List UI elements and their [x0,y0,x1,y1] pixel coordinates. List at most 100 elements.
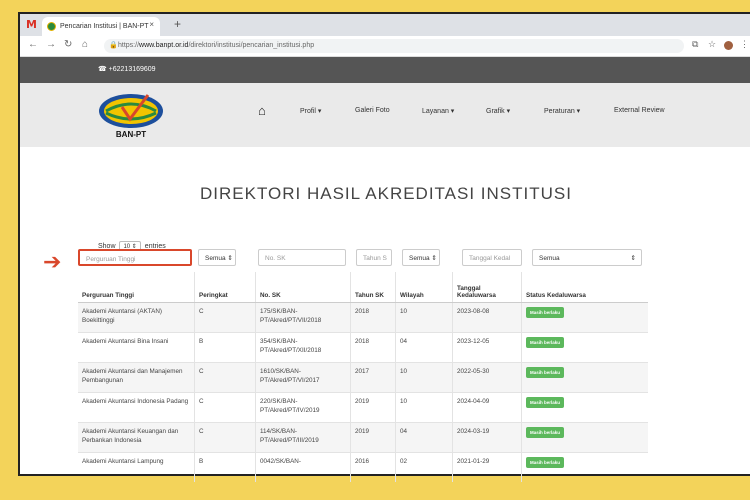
select-caret-icon: ⇕ [630,255,636,262]
filter-tahun-input[interactable]: Tahun S [356,249,392,266]
col-perguruan-tinggi[interactable]: Perguruan Tinggi [78,272,195,303]
table-cell: Akademi Akuntansi Lampung [78,452,195,482]
table-cell: 2017 [350,362,396,393]
table-cell: Akademi Akuntansi dan Manajemen Pembangu… [78,362,195,393]
filter-row: Perguruan Tinggi Semua ⇕ No. SK Tahun S … [78,246,648,270]
star-icon[interactable]: ☆ [708,39,716,50]
table-cell: C [194,362,256,393]
tab-bar: M Pencarian Institusi | BAN-PT × + [20,14,750,36]
nav-external-review[interactable]: External Review [614,107,665,114]
table-cell: 02 [395,452,453,482]
table-cell: Masih berlaku [521,332,648,363]
table-cell: B [194,452,256,482]
filter-tanggal-input[interactable]: Tanggal Kedal [462,249,522,266]
status-badge: Masih berlaku [526,397,565,408]
table-cell: C [194,392,256,423]
phone-text: ☎ +62213169609 [98,66,156,73]
close-tab-icon[interactable]: × [149,20,154,29]
nav-grafik[interactable]: Grafik ▾ [486,107,510,115]
nav-peraturan[interactable]: Peraturan ▾ [544,107,580,115]
table-cell: 2018 [350,332,396,363]
url-field[interactable]: 🔒 https://www.banpt.or.id/direktori/inst… [104,39,684,53]
table-cell: 2019 [350,422,396,453]
table-cell: 2016 [350,452,396,482]
results-table: Perguruan Tinggi Peringkat No. SK Tahun … [78,272,648,482]
status-badge: Masih berlaku [526,337,565,348]
table-cell: Akademi Akuntansi Indonesia Padang [78,392,195,423]
forward-icon[interactable]: → [46,39,56,50]
table-row: Akademi Akuntansi Keuangan dan Perbankan… [78,422,648,453]
table-cell: Akademi Akuntansi Keuangan dan Perbankan… [78,422,195,453]
table-cell: 220/SK/BAN-PT/Akred/PT/IV/2019 [255,392,351,423]
avatar[interactable] [724,41,733,50]
nav-layanan[interactable]: Layanan ▾ [422,107,454,115]
table-cell: 2024-03-19 [452,422,522,453]
favicon-icon [47,22,56,31]
col-tahun-sk[interactable]: Tahun SK [350,272,396,303]
translate-icon[interactable]: ⧉ [692,39,698,50]
table-cell: 1610/SK/BAN-PT/Akred/PT/VI/2017 [255,362,351,393]
table-cell: 2021-01-29 [452,452,522,482]
table-cell: 10 [395,362,453,393]
status-badge: Masih berlaku [526,307,565,318]
home-icon[interactable]: ⌂ [82,39,88,50]
status-badge: Masih berlaku [526,457,565,468]
contact-bar: ☎ +62213169609 [20,57,750,83]
reload-icon[interactable]: ↻ [64,39,72,50]
col-wilayah[interactable]: Wilayah [395,272,453,303]
table-row: Akademi Akuntansi (AKTAN) Boekittinggi C 1… [78,302,648,333]
status-badge: Masih berlaku [526,427,565,438]
lock-icon: 🔒 [109,42,118,49]
table-cell: Masih berlaku [521,302,648,333]
table-cell: 114/SK/BAN-PT/Akred/PT/III/2019 [255,422,351,453]
address-bar: ← → ↻ ⌂ 🔒 https://www.banpt.or.id/direkt… [20,36,750,57]
table-cell: 175/SK/BAN-PT/Akred/PT/VII/2018 [255,302,351,333]
table-cell: 10 [395,302,453,333]
table-cell: 0042/SK/BAN- [255,452,351,482]
table-row: Akademi Akuntansi Bina Insani B 354/SK/BAN… [78,332,648,363]
logo-text: BAN-PT [116,130,146,139]
url-prefix: https:// [118,42,140,49]
filter-perguruan-tinggi-input[interactable]: Perguruan Tinggi [78,249,192,266]
table-cell: 2023-12-05 [452,332,522,363]
filter-status-select[interactable]: Semua ⇕ [532,249,642,266]
table-cell: Masih berlaku [521,452,648,482]
col-peringkat[interactable]: Peringkat [194,272,256,303]
table-cell: C [194,302,256,333]
table-cell: Akademi Akuntansi (AKTAN) Boekittinggi [78,302,195,333]
table-row: Akademi Akuntansi Indonesia Padang C 220/S… [78,392,648,423]
ban-pt-logo[interactable]: BAN-PT [96,89,166,141]
gmail-icon[interactable]: M [26,18,37,31]
tab-title: Pencarian Institusi | BAN-PT [60,23,149,30]
nav-galeri-foto[interactable]: Galeri Foto [355,107,390,114]
url-domain: www.banpt.or.id [139,42,189,49]
table-cell: B [194,332,256,363]
table-row: Akademi Akuntansi dan Manajemen Pembangu… [78,362,648,393]
col-no-sk[interactable]: No. SK [255,272,351,303]
col-status-kedaluwarsa[interactable]: Status Kedaluwarsa [521,272,648,303]
table-cell: Masih berlaku [521,362,648,393]
table-cell: Masih berlaku [521,422,648,453]
back-icon[interactable]: ← [28,39,38,50]
filter-wilayah-select[interactable]: Semua ⇕ [402,249,440,266]
site-header: BAN-PT ⌂ Profil ▾ Galeri Foto Layanan ▾ … [20,83,750,147]
table-cell: 2022-05-30 [452,362,522,393]
filter-nosk-input[interactable]: No. SK [258,249,346,266]
table-cell: 2019 [350,392,396,423]
table-body: Akademi Akuntansi (AKTAN) Boekittinggi C 1… [78,302,648,482]
table-cell: 2018 [350,302,396,333]
red-arrow-icon: ➔ [43,249,62,274]
table-cell: 2023-08-08 [452,302,522,333]
home-nav-icon[interactable]: ⌂ [258,103,266,118]
table-cell: 04 [395,422,453,453]
table-header-row: Perguruan Tinggi Peringkat No. SK Tahun … [78,272,648,303]
new-tab-icon[interactable]: + [174,17,181,31]
browser-tab[interactable]: Pencarian Institusi | BAN-PT × [42,17,160,36]
filter-peringkat-select[interactable]: Semua ⇕ [198,249,236,266]
menu-icon[interactable]: ⋮ [740,39,749,50]
table-row: Akademi Akuntansi Lampung B 0042/SK/BAN- 20… [78,452,648,482]
nav-profil[interactable]: Profil ▾ [300,107,321,115]
table-cell: 354/SK/BAN-PT/Akred/PT/XII/2018 [255,332,351,363]
col-tanggal-kedaluwarsa[interactable]: Tanggal Kedaluwarsa [452,272,522,303]
status-select-value: Semua [539,255,560,262]
